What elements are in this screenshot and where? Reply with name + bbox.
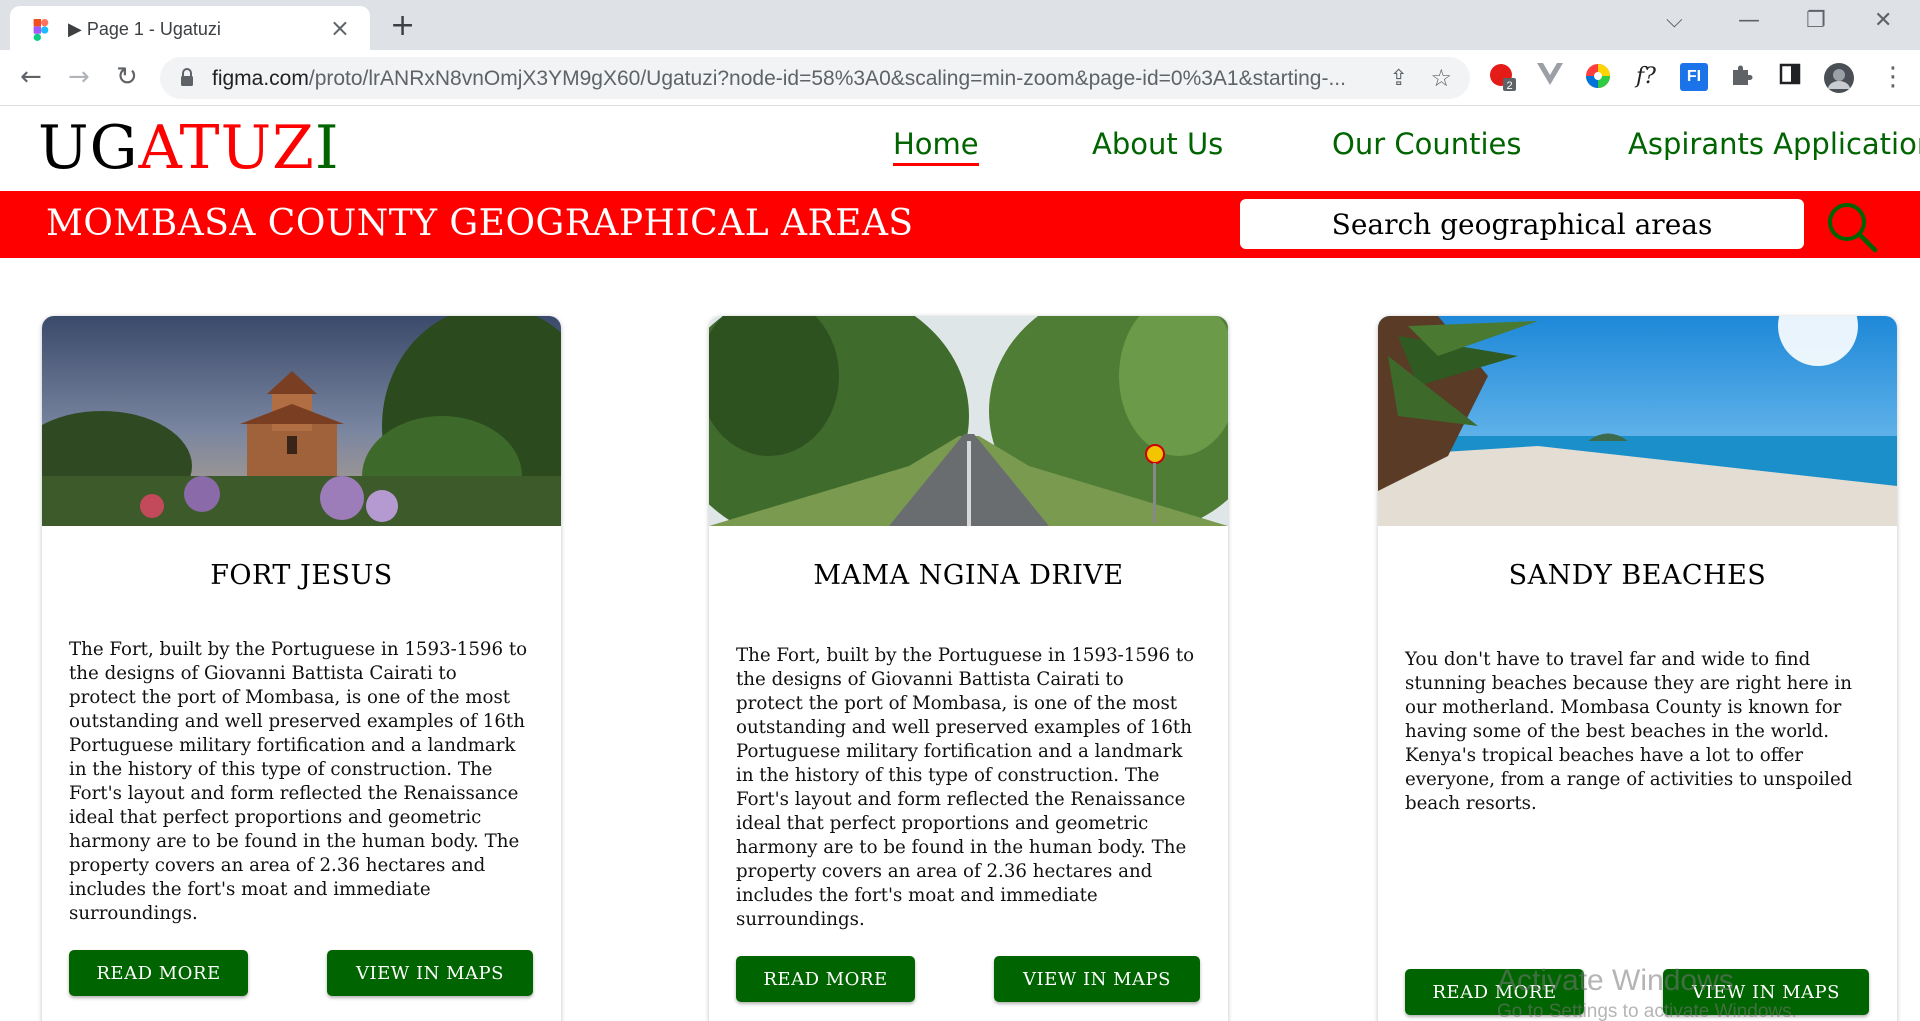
browser-tab-strip: ▶ Page 1 - Ugatuzi × + ⌵ — ❐ ✕ [0, 0, 1920, 50]
vue-devtools-icon[interactable] [1536, 63, 1564, 91]
card-description: You don't have to travel far and wide to… [1405, 649, 1853, 814]
view-in-maps-button[interactable]: VIEW IN MAPS [994, 956, 1200, 1002]
chrome-menu-icon[interactable]: ⋮ [1880, 62, 1906, 92]
url-text: figma.com/proto/lrANRxN8vnOmjX3YM9gX60/U… [212, 67, 1346, 90]
card-description: The Fort, built by the Portuguese in 159… [69, 639, 528, 924]
color-picker-extension-icon[interactable] [1584, 63, 1612, 91]
svg-text:2: 2 [1506, 80, 1512, 91]
side-panel-icon[interactable] [1776, 63, 1804, 91]
fi-extension-icon[interactable]: FI [1680, 63, 1708, 91]
forest-road-photo [709, 316, 1228, 526]
puzzle-icon [1733, 65, 1753, 85]
forward-icon[interactable]: → [68, 62, 90, 92]
restore-icon[interactable]: ❐ [1806, 8, 1826, 33]
address-bar[interactable]: figma.com/proto/lrANRxN8vnOmjX3YM9gX60/U… [160, 57, 1470, 99]
nav-about-us[interactable]: About Us [1092, 127, 1223, 161]
stop-sign-icon: 2 [1490, 64, 1516, 92]
logo-part-green: I [314, 113, 340, 183]
reload-icon[interactable]: ↻ [116, 62, 138, 92]
puzzle-extensions-icon[interactable] [1728, 63, 1756, 91]
minimize-icon[interactable]: — [1738, 8, 1760, 33]
browser-tab[interactable]: ▶ Page 1 - Ugatuzi × [10, 6, 370, 50]
lock-icon [181, 68, 193, 86]
view-in-maps-button[interactable]: VIEW IN MAPS [1663, 969, 1869, 1015]
read-more-button[interactable]: READ MORE [1405, 969, 1584, 1015]
site-logo[interactable]: UGATUZI [38, 113, 340, 183]
read-more-button[interactable]: READ MORE [69, 950, 248, 996]
page-title: MOMBASA COUNTY GEOGRAPHICAL AREAS [46, 203, 914, 244]
share-icon[interactable]: ⇪ [1390, 66, 1408, 91]
page-banner: MOMBASA COUNTY GEOGRAPHICAL AREAS [0, 191, 1920, 258]
close-window-icon[interactable]: ✕ [1874, 8, 1892, 33]
card-title: MAMA NGINA DRIVE [813, 560, 1124, 591]
panel-icon [1779, 63, 1801, 85]
nav-our-counties[interactable]: Our Counties [1332, 127, 1521, 161]
figma-icon [33, 19, 49, 41]
card-title: SANDY BEACHES [1508, 560, 1767, 591]
view-in-maps-button[interactable]: VIEW IN MAPS [327, 950, 533, 996]
logo-part-red: ATUZ [138, 113, 315, 183]
new-tab-button[interactable]: + [390, 8, 415, 43]
bookmark-star-icon[interactable]: ☆ [1430, 64, 1452, 92]
profile-avatar[interactable] [1824, 63, 1854, 93]
close-tab-icon[interactable]: × [330, 14, 350, 42]
place-card-fort-jesus: FORT JESUS The Fort, built by the Portug… [42, 316, 561, 1021]
place-card-mama-ngina-drive: MAMA NGINA DRIVE The Fort, built by the … [709, 316, 1228, 1021]
place-card-sandy-beaches: SANDY BEACHES You don't have to travel f… [1378, 316, 1897, 1021]
adblock-extension-icon[interactable]: 2 [1488, 63, 1516, 92]
read-more-button[interactable]: READ MORE [736, 956, 915, 1002]
card-title: FORT JESUS [210, 560, 393, 591]
webpage: UGATUZI Home About Us Our Counties Aspir… [0, 107, 1920, 1021]
nav-home[interactable]: Home [893, 127, 979, 166]
nav-aspirants-application[interactable]: Aspirants Application [1628, 127, 1920, 161]
avatar-icon [1824, 63, 1854, 93]
logo-part-black: UG [38, 113, 139, 183]
beach-photo [1378, 316, 1897, 526]
castle-photo [42, 316, 561, 526]
search-input[interactable] [1240, 199, 1804, 249]
card-description: The Fort, built by the Portuguese in 159… [736, 645, 1195, 930]
whatfont-extension-icon[interactable]: f? [1632, 63, 1660, 91]
search-icon[interactable] [1826, 201, 1878, 253]
tab-search-icon[interactable]: ⌵ [1666, 8, 1683, 33]
tab-title: ▶ Page 1 - Ugatuzi [68, 19, 221, 39]
color-wheel-icon [1586, 64, 1610, 88]
browser-toolbar: ← → ↻ figma.com/proto/lrANRxN8vnOmjX3YM9… [0, 50, 1920, 106]
back-icon[interactable]: ← [20, 62, 42, 92]
vue-logo-icon [1537, 63, 1563, 85]
